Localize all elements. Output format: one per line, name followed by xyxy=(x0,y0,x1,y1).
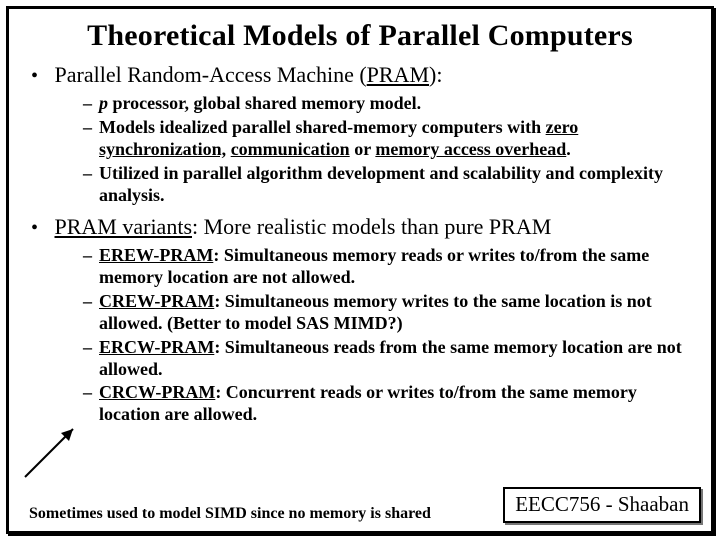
sub-list-1: p processor, global shared memory model.… xyxy=(83,93,693,207)
course-credit-text: EECC756 - Shaaban xyxy=(515,492,689,516)
sub-item: Models idealized parallel shared-memory … xyxy=(83,117,693,161)
u-text: communication xyxy=(231,139,350,159)
slide-title: Theoretical Models of Parallel Computers xyxy=(27,19,693,53)
variant-label: CREW-PRAM xyxy=(99,291,214,311)
sub-item: ERCW-PRAM: Simultaneous reads from the s… xyxy=(83,337,693,381)
course-credit-box: EECC756 - Shaaban xyxy=(503,487,701,523)
sub-item: CREW-PRAM: Simultaneous memory writes to… xyxy=(83,291,693,335)
sub-item: EREW-PRAM: Simultaneous memory reads or … xyxy=(83,245,693,289)
bullet-list: Parallel Random-Access Machine (PRAM): p… xyxy=(49,61,693,426)
bullet-pram: Parallel Random-Access Machine (PRAM): p… xyxy=(49,61,693,207)
em-p: p xyxy=(99,93,108,113)
text: . xyxy=(566,139,571,159)
footer-note: Sometimes used to model SIMD since no me… xyxy=(25,505,435,523)
sub-list-2: EREW-PRAM: Simultaneous memory reads or … xyxy=(83,245,693,427)
slide-frame: Theoretical Models of Parallel Computers… xyxy=(6,6,714,534)
u-text: memory access overhead xyxy=(375,139,566,159)
sub-item: p processor, global shared memory model. xyxy=(83,93,693,115)
variant-label: ERCW-PRAM xyxy=(99,337,214,357)
sub-item: CRCW-PRAM: Concurrent reads or writes to… xyxy=(83,382,693,426)
text: Parallel Random-Access Machine ( xyxy=(55,62,367,87)
text: Models idealized parallel shared-memory … xyxy=(99,117,546,137)
text: or xyxy=(350,139,376,159)
variant-label: CRCW-PRAM xyxy=(99,382,215,402)
sub-item: Utilized in parallel algorithm developme… xyxy=(83,163,693,207)
variants-label: PRAM variants xyxy=(55,214,193,239)
text: : More realistic models than pure PRAM xyxy=(192,214,551,239)
pram-acronym: PRAM xyxy=(367,62,429,87)
text: ): xyxy=(429,62,442,87)
variant-label: EREW-PRAM xyxy=(99,245,213,265)
text: processor, global shared memory model. xyxy=(108,93,421,113)
bullet-variants: PRAM variants: More realistic models tha… xyxy=(49,213,693,427)
